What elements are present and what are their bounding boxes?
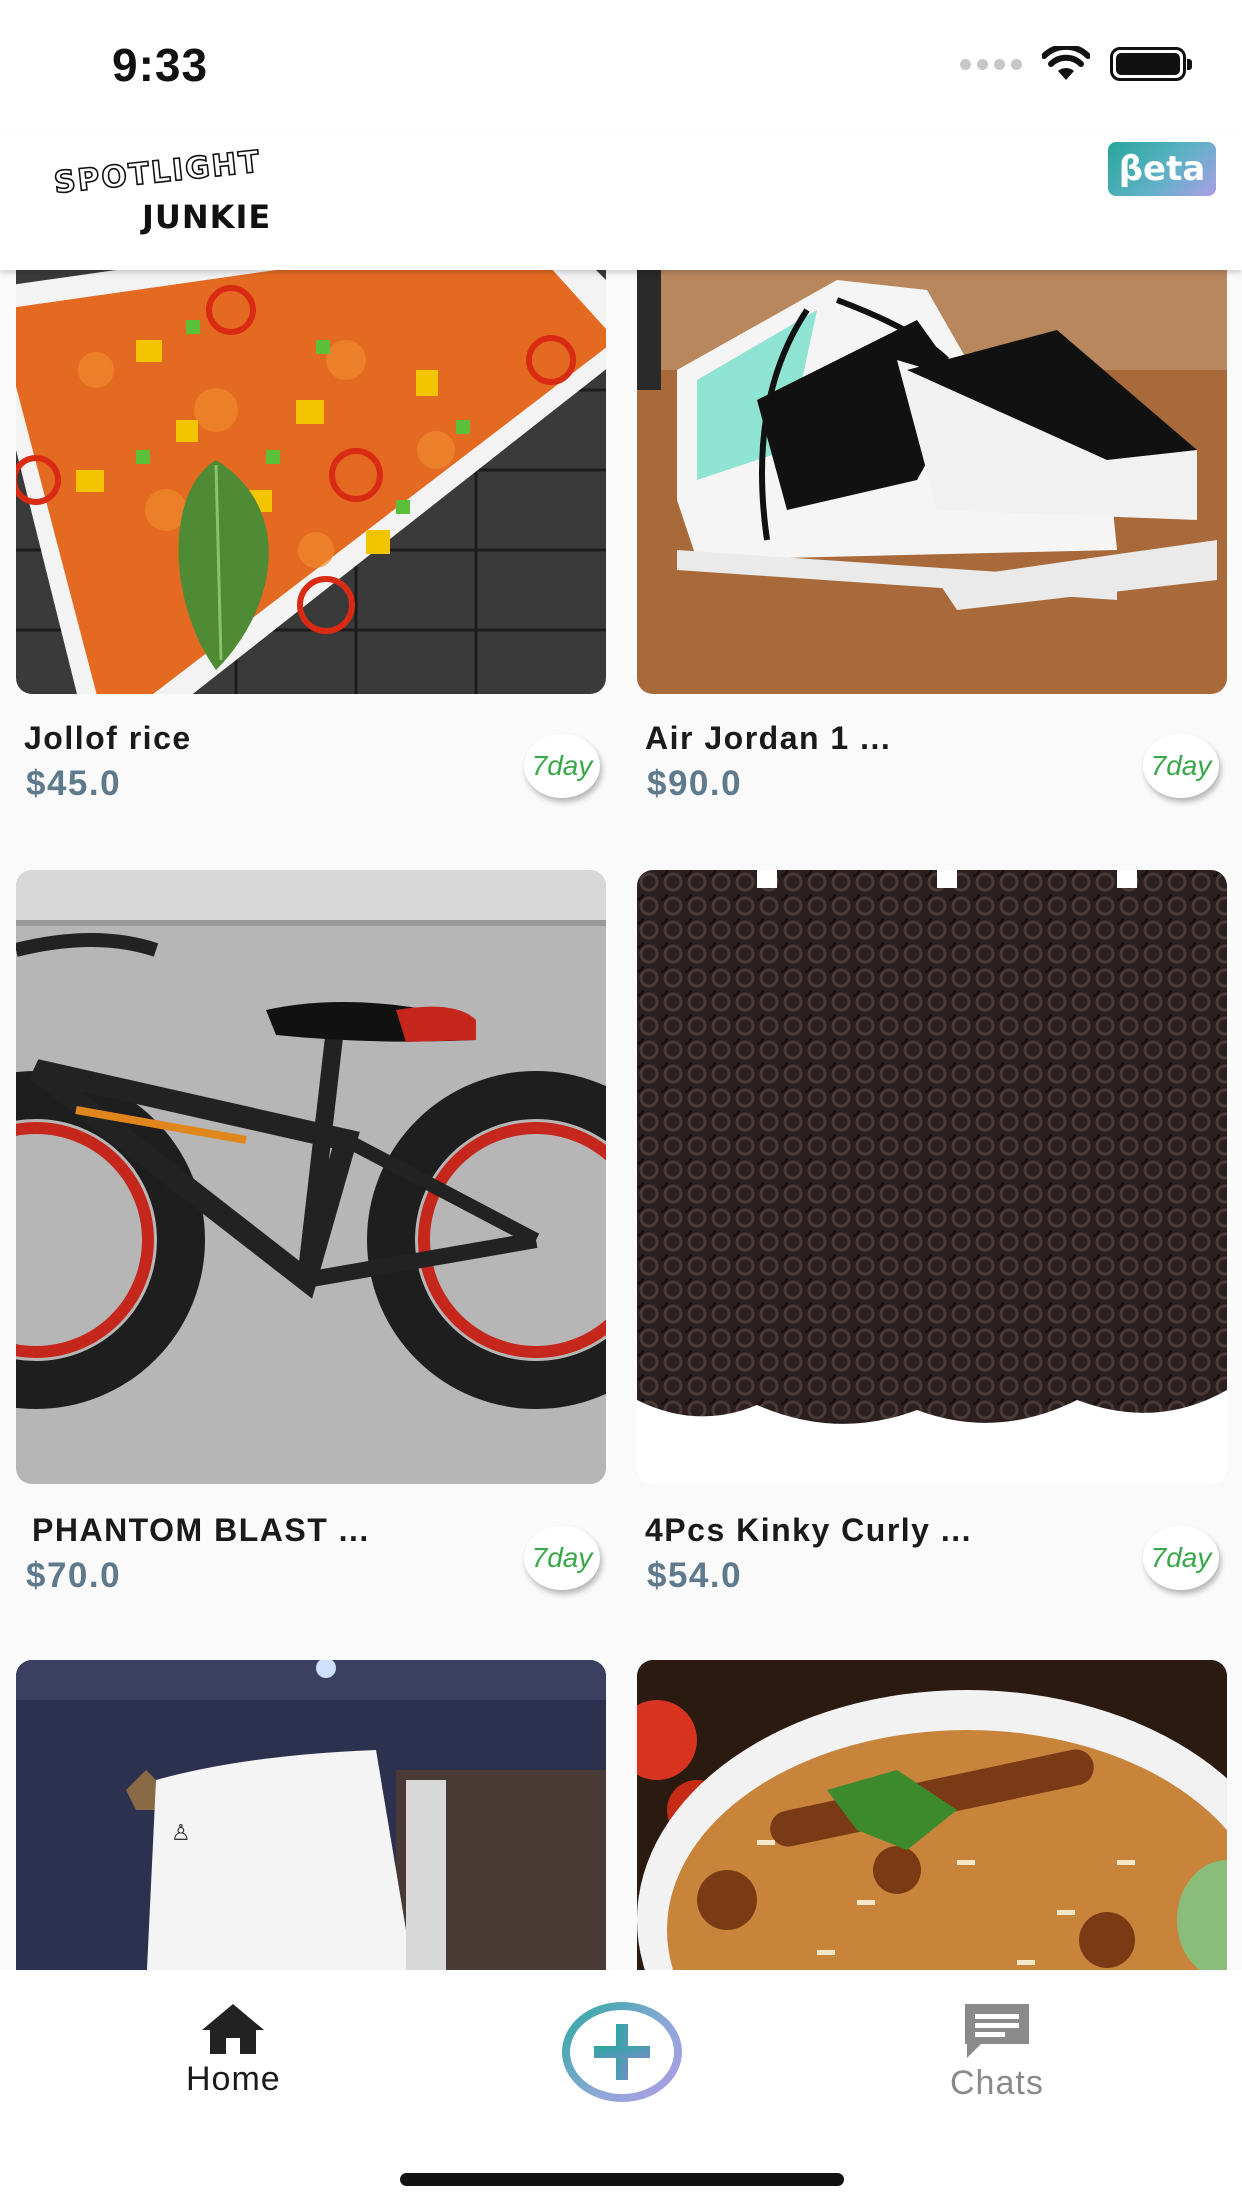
listing-card[interactable]: ♙ [16, 1660, 606, 1970]
svg-text:♙: ♙ [171, 1821, 191, 1846]
listing-price: $70.0 [26, 1556, 122, 1595]
listing-image-kinky-curly-hair[interactable] [637, 870, 1227, 1484]
listing-title[interactable]: 4Pcs Kinky Curly ... [645, 1512, 972, 1549]
listing-price: $45.0 [26, 764, 122, 803]
nav-chats-label: Chats [950, 2064, 1044, 2102]
listing-image-phantom-bike[interactable] [16, 870, 606, 1484]
beta-badge[interactable]: βeta [1108, 142, 1216, 196]
listing-price: $54.0 [647, 1556, 743, 1595]
home-icon [202, 2004, 265, 2054]
listing-image-air-jordan[interactable] [637, 270, 1227, 694]
logo-text-bottom: JUNKIE [142, 198, 272, 236]
nav-chats[interactable]: Chats [950, 2000, 1044, 2103]
listing-title[interactable]: PHANTOM BLAST ... [32, 1512, 370, 1549]
listing-card[interactable]: PHANTOM BLAST ... $70.0 7day [16, 870, 606, 1595]
status-icons [960, 46, 1192, 82]
listing-card[interactable]: Jollof rice $45.0 7day [16, 270, 606, 830]
listing-duration-badge: 7day [524, 734, 600, 798]
listing-duration-badge: 7day [1143, 1526, 1219, 1590]
app-header: SPOTLIGHT JUNKIE βeta [0, 130, 1242, 270]
listing-image-jollof-rice[interactable] [16, 270, 606, 694]
status-time: 9:33 [112, 39, 209, 91]
listing-duration-badge: 7day [524, 1526, 600, 1590]
app-logo: SPOTLIGHT JUNKIE [52, 144, 296, 246]
nav-home[interactable]: Home [186, 2002, 281, 2099]
listing-card[interactable]: 4Pcs Kinky Curly ... $54.0 7day [637, 870, 1227, 1595]
listing-price: $90.0 [647, 764, 743, 803]
logo-text-top: SPOTLIGHT [52, 144, 264, 202]
listing-image-console[interactable]: ♙ [16, 1660, 606, 1970]
add-listing-button[interactable] [562, 2002, 682, 2102]
listing-card[interactable]: Air Jordan 1 ... $90.0 7day [637, 270, 1227, 830]
home-indicator[interactable] [400, 2173, 844, 2186]
listing-image-biryani[interactable] [637, 1660, 1227, 1970]
cellular-signal-icon [960, 58, 1022, 70]
nav-home-label: Home [186, 2060, 281, 2098]
plus-icon [594, 2024, 650, 2080]
listing-title[interactable]: Jollof rice [24, 720, 192, 757]
listing-card[interactable] [637, 1660, 1227, 1970]
listing-feed[interactable]: Jollof rice $45.0 7day Air Jordan 1 ... … [0, 270, 1242, 1970]
listing-title[interactable]: Air Jordan 1 ... [645, 720, 891, 757]
battery-icon [1110, 47, 1192, 81]
wifi-icon [1042, 46, 1090, 80]
status-bar: 9:33 [0, 0, 1242, 130]
listing-duration-badge: 7day [1143, 734, 1219, 798]
chat-icon [964, 2004, 1029, 2058]
